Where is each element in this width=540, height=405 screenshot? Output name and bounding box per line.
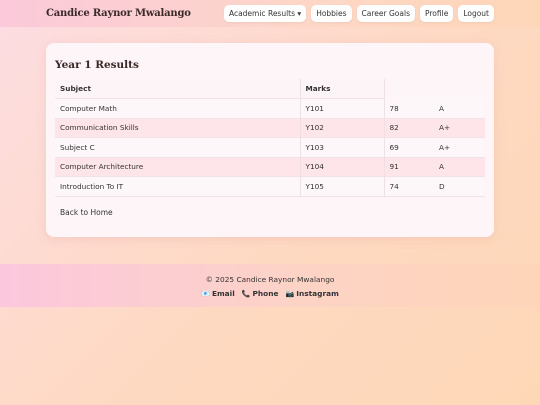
footer: © 2025 Candice Raynor Mwalango 📧 Email 📞 P… <box>0 264 540 307</box>
cell-code: Y101 <box>300 98 385 119</box>
column-header-subject: Subject <box>55 79 301 99</box>
navbar: Candice Raynor Mwalango Academic Results… <box>0 0 540 27</box>
back-to-home-link[interactable]: Back to Home <box>60 208 113 217</box>
cell-marks: 91 <box>384 157 434 177</box>
cell-grade: A+ <box>434 137 485 158</box>
cell-grade: A <box>434 98 485 119</box>
cell-grade: A+ <box>434 118 485 138</box>
camera-icon: 📷 <box>285 290 295 298</box>
nav-logout[interactable]: Logout <box>458 5 494 22</box>
results-title: Year 1 Results <box>55 59 139 71</box>
site-brand[interactable]: Candice Raynor Mwalango <box>46 8 191 19</box>
cell-code: Y102 <box>300 118 385 138</box>
cell-subject: Computer Math <box>55 98 301 119</box>
email-label: Email <box>211 289 235 298</box>
table-row: Communication Skills Y102 82 A+ <box>55 118 485 138</box>
nav-academic-results-dropdown[interactable]: Academic Results ▾ <box>223 5 307 22</box>
cell-marks: 82 <box>384 118 434 138</box>
phone-label: Phone <box>252 289 279 298</box>
cell-marks: 78 <box>384 98 434 119</box>
column-header-empty <box>384 79 434 99</box>
email-icon: 📧 <box>201 290 210 298</box>
phone-link[interactable]: 📞 Phone <box>242 289 279 298</box>
cell-subject: Computer Architecture <box>55 157 301 177</box>
cell-subject: Communication Skills <box>55 118 301 138</box>
email-link[interactable]: 📧 Email <box>201 289 235 298</box>
nav-profile[interactable]: Profile <box>419 5 454 22</box>
cell-subject: Subject C <box>55 137 301 158</box>
footer-links: 📧 Email 📞 Phone 📷 Instagram <box>0 289 540 298</box>
cell-marks: 74 <box>384 176 434 197</box>
table-header-row: Subject Marks <box>55 79 485 99</box>
instagram-link[interactable]: 📷 Instagram <box>286 289 339 298</box>
cell-code: Y103 <box>300 137 385 158</box>
nav-career-goals[interactable]: Career Goals <box>356 5 415 22</box>
column-header-marks: Marks <box>300 79 385 99</box>
cell-marks: 69 <box>384 137 434 158</box>
cell-grade: D <box>434 176 485 197</box>
nav-hobbies[interactable]: Hobbies <box>311 5 352 22</box>
table-row: Subject C Y103 69 A+ <box>55 137 485 158</box>
footer-copyright: © 2025 Candice Raynor Mwalango <box>205 275 335 284</box>
table-row: Computer Math Y101 78 A <box>55 98 485 119</box>
cell-subject: Introduction To IT <box>55 176 301 197</box>
instagram-label: Instagram <box>296 289 339 298</box>
table-row: Computer Architecture Y104 91 A <box>55 157 485 177</box>
nav-menu: Academic Results ▾ Hobbies Career Goals … <box>223 5 494 22</box>
column-header-empty <box>434 79 485 99</box>
results-card: Year 1 Results Subject Marks Computer Ma… <box>46 43 494 237</box>
cell-code: Y104 <box>300 157 385 177</box>
results-table: Subject Marks Computer Math Y101 78 A Co… <box>55 79 485 197</box>
cell-code: Y105 <box>300 176 385 197</box>
table-row: Introduction To IT Y105 74 D <box>55 176 485 197</box>
cell-grade: A <box>434 157 485 177</box>
phone-icon: 📞 <box>241 290 251 298</box>
